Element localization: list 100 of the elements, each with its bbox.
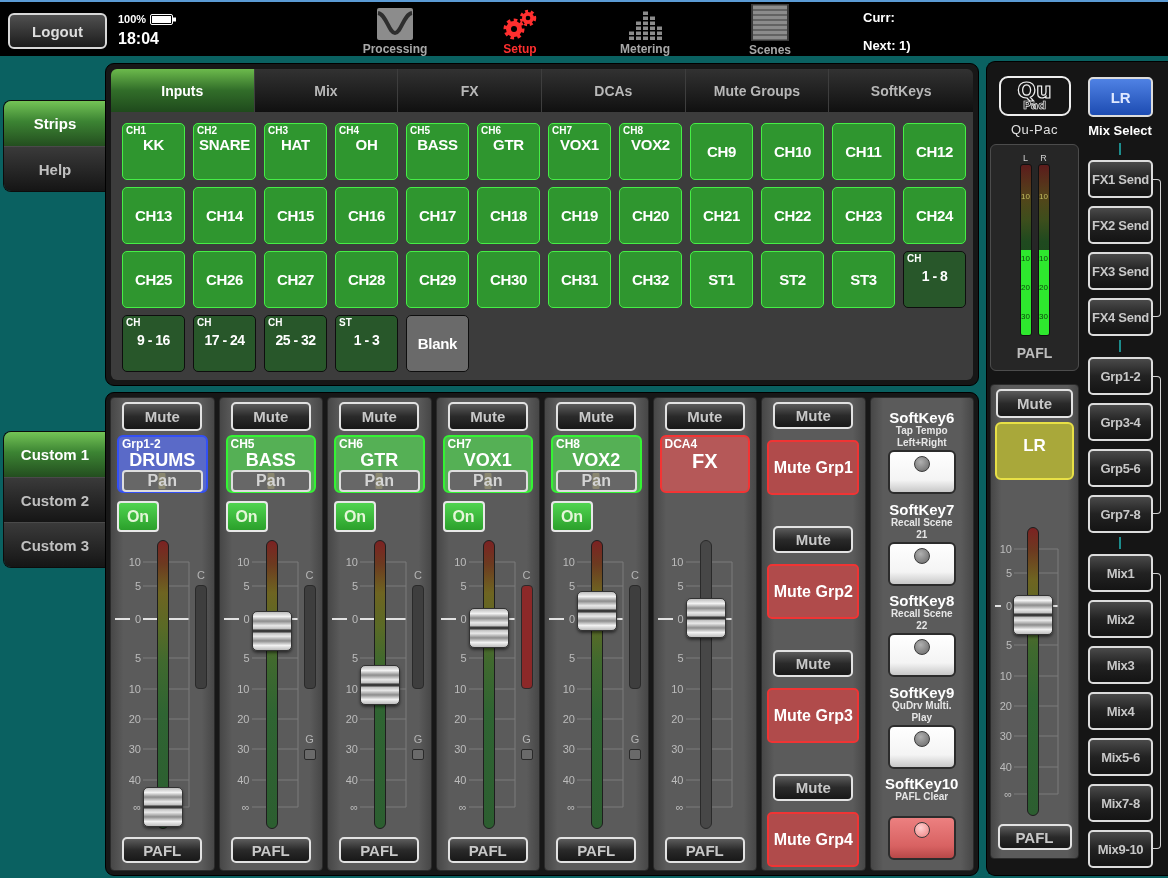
mute-button[interactable]: Mute — [556, 402, 637, 431]
input-select-button[interactable]: CH13 — [122, 187, 185, 244]
mute-button[interactable]: Mute — [339, 402, 420, 431]
mute-group-button[interactable]: Mute Grp2 — [767, 564, 860, 619]
nav-tab[interactable]: Setup — [470, 2, 570, 56]
input-select-button[interactable]: CH19 — [548, 187, 611, 244]
section-tab[interactable]: Mute Groups — [685, 69, 830, 112]
input-select-button[interactable]: CH 1 - 8 — [903, 251, 966, 308]
mix-select-button[interactable]: Mix7-8 — [1088, 784, 1153, 822]
input-select-button[interactable]: CH28 — [335, 251, 398, 308]
input-select-button[interactable]: CH21 — [690, 187, 753, 244]
input-select-button[interactable]: CH16 — [335, 187, 398, 244]
layer-tab[interactable]: Custom 1 — [4, 432, 106, 477]
fader-handle[interactable] — [143, 787, 183, 827]
mute-group-button[interactable]: Mute Grp4 — [767, 812, 860, 867]
mix-select-button[interactable]: FX3 Send — [1088, 252, 1153, 290]
pan-control[interactable]: Pan — [339, 470, 420, 492]
fader-handle[interactable] — [468, 608, 509, 649]
input-select-button[interactable]: CH31 — [548, 251, 611, 308]
section-tab[interactable]: FX — [398, 69, 542, 112]
fader-handle[interactable] — [360, 664, 400, 705]
input-select-button[interactable]: CH7 VOX1 — [548, 123, 611, 180]
softkey-button[interactable] — [887, 450, 956, 494]
input-select-button[interactable]: CH1 KK — [122, 123, 185, 180]
channel-select[interactable]: CH6 GTR Pan — [334, 435, 425, 493]
input-select-button[interactable]: CH26 — [193, 251, 256, 308]
softkey-button[interactable] — [887, 724, 956, 769]
input-select-button[interactable]: CH11 — [832, 123, 895, 180]
input-select-button[interactable]: CH9 — [690, 123, 753, 180]
layer-tab[interactable]: Custom 3 — [4, 522, 106, 567]
mix-select-button[interactable]: Mix5-6 — [1088, 738, 1153, 776]
input-select-button[interactable]: CH8 VOX2 — [619, 123, 682, 180]
input-select-button[interactable]: CH24 — [903, 187, 966, 244]
mix-select-button[interactable]: Mix1 — [1088, 554, 1153, 592]
input-select-button[interactable]: CH20 — [619, 187, 682, 244]
mix-select-button[interactable]: Grp1-2 — [1088, 357, 1153, 395]
nav-tab[interactable]: Metering — [595, 2, 695, 56]
pan-control[interactable]: Pan — [122, 470, 203, 492]
section-tab[interactable]: SoftKeys — [829, 69, 973, 112]
input-select-button[interactable]: CH30 — [477, 251, 540, 308]
layer-tab[interactable]: Custom 2 — [4, 477, 106, 522]
side-tab[interactable]: Strips — [4, 101, 106, 146]
fader-handle[interactable] — [251, 610, 292, 651]
mix-select-button[interactable]: Grp7-8 — [1088, 495, 1153, 533]
pan-control[interactable]: Pan — [447, 470, 528, 492]
input-select-button[interactable]: CH17 — [406, 187, 469, 244]
mute-button[interactable]: Mute — [230, 402, 311, 431]
logout-button[interactable]: Logout — [8, 13, 107, 49]
input-select-button[interactable]: CH32 — [619, 251, 682, 308]
section-tab[interactable]: Mix — [254, 69, 399, 112]
pafl-button[interactable]: PAFL — [556, 837, 637, 863]
pafl-button[interactable]: PAFL — [447, 837, 528, 863]
input-select-button[interactable]: CH 25 - 32 — [264, 315, 327, 372]
input-select-button[interactable]: CH2 SNARE — [193, 123, 256, 180]
fader-handle[interactable] — [577, 591, 617, 631]
input-select-button[interactable]: ST1 — [690, 251, 753, 308]
pan-control[interactable]: Pan — [230, 470, 311, 492]
input-select-button[interactable]: CH22 — [761, 187, 824, 244]
mute-button[interactable]: Mute — [664, 402, 745, 431]
input-select-button[interactable]: CH4 OH — [335, 123, 398, 180]
input-select-button[interactable]: ST 1 - 3 — [335, 315, 398, 372]
input-select-button[interactable]: CH 17 - 24 — [193, 315, 256, 372]
softkey-button[interactable] — [887, 633, 956, 677]
fader-handle[interactable] — [1013, 595, 1053, 636]
channel-select[interactable]: CH8 VOX2 Pan — [551, 435, 642, 493]
mix-select-button[interactable]: LR — [1088, 77, 1153, 117]
mix-select-button[interactable]: Mix3 — [1088, 646, 1153, 684]
mix-select-button[interactable]: Grp5-6 — [1088, 449, 1153, 487]
input-select-button[interactable]: CH14 — [193, 187, 256, 244]
channel-select[interactable]: CH7 VOX1 Pan — [442, 435, 533, 493]
mute-button[interactable]: Mute — [447, 402, 528, 431]
pafl-button[interactable]: PAFL — [122, 837, 203, 863]
mute-button[interactable]: Mute — [996, 389, 1073, 418]
mix-select-button[interactable]: Mix9-10 — [1088, 830, 1153, 868]
side-tab[interactable]: Help — [4, 146, 106, 191]
input-select-button[interactable]: CH 9 - 16 — [122, 315, 185, 372]
pafl-button[interactable]: PAFL — [339, 837, 420, 863]
mute-button[interactable]: Mute — [773, 774, 854, 801]
input-select-button[interactable]: Blank — [406, 315, 469, 372]
input-select-button[interactable]: CH10 — [761, 123, 824, 180]
input-select-button[interactable]: ST3 — [832, 251, 895, 308]
pafl-button[interactable]: PAFL — [664, 837, 745, 863]
mix-select-button[interactable]: FX2 Send — [1088, 206, 1153, 244]
input-select-button[interactable]: CH25 — [122, 251, 185, 308]
input-select-button[interactable]: CH3 HAT — [264, 123, 327, 180]
channel-select[interactable]: DCA4 FX — [659, 435, 750, 493]
channel-select[interactable]: Grp1-2 DRUMS Pan — [117, 435, 208, 493]
fader-handle[interactable] — [685, 598, 726, 639]
nav-tab[interactable]: Scenes — [720, 2, 820, 56]
section-tab[interactable]: DCAs — [542, 69, 686, 112]
mix-select-button[interactable]: Mix4 — [1088, 692, 1153, 730]
input-select-button[interactable]: CH23 — [832, 187, 895, 244]
mute-group-button[interactable]: Mute Grp1 — [767, 440, 860, 495]
channel-select[interactable]: CH5 BASS Pan — [225, 435, 316, 493]
input-select-button[interactable]: ST2 — [761, 251, 824, 308]
softkey-button[interactable] — [887, 816, 956, 860]
input-select-button[interactable]: CH15 — [264, 187, 327, 244]
pafl-button[interactable]: PAFL — [997, 824, 1072, 850]
section-tab[interactable]: Inputs — [111, 69, 255, 112]
input-select-button[interactable]: CH6 GTR — [477, 123, 540, 180]
